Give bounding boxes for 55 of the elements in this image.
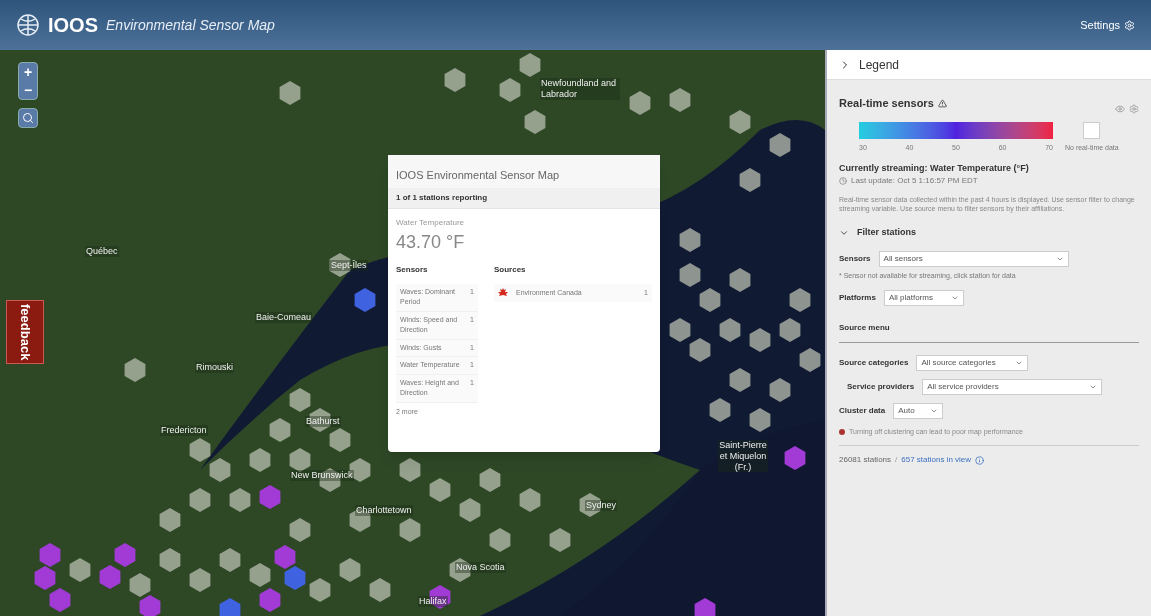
last-update: Last update: Oct 5 1:16:57 PM EDT <box>851 175 978 187</box>
place-label: Rimouski <box>195 362 234 373</box>
reading-value: 43.70 °F <box>395 230 466 254</box>
zoom-in-button[interactable]: + <box>19 63 37 81</box>
feedback-tab[interactable]: feedback <box>6 300 44 365</box>
sensors-select[interactable]: All sensors <box>878 251 1069 268</box>
warning-icon <box>937 98 947 108</box>
place-label: Sept-Îles <box>330 260 368 271</box>
filter-stations-toggle[interactable]: Filter stations <box>839 225 1139 240</box>
search-icon <box>22 112 34 124</box>
maple-leaf-icon <box>498 287 508 298</box>
clock-icon <box>839 177 847 185</box>
settings-icon[interactable] <box>1129 104 1139 114</box>
station-count: 26081 stations <box>839 454 892 467</box>
streaming-label: Currently streaming: Water Temperature (°F) <box>839 161 1030 175</box>
popup-title: IOOS Environmental Sensor Map <box>388 155 660 188</box>
section-title: Real-time sensors <box>839 95 934 111</box>
zoom-search-button[interactable] <box>18 108 38 128</box>
field-label: Service providers <box>847 380 915 393</box>
separator: / <box>895 454 898 467</box>
logo-icon <box>16 13 40 37</box>
source-categories-select[interactable]: All source categories <box>916 354 1029 371</box>
service-providers-select[interactable]: All service providers <box>922 378 1103 395</box>
field-label: Source categories <box>839 356 909 369</box>
place-label: New Brunswick <box>290 470 354 481</box>
place-label: Charlottetown <box>355 505 413 516</box>
place-label: Baie-Comeau <box>255 312 313 323</box>
no-data-swatch <box>1083 122 1101 139</box>
place-label: Fredericton <box>160 425 208 436</box>
field-label: Platforms <box>839 291 876 304</box>
platforms-select[interactable]: All platforms <box>883 289 964 306</box>
cluster-select[interactable]: Auto <box>893 402 944 419</box>
sensors-heading: Sensors <box>396 263 429 276</box>
place-label: Québec <box>85 246 119 257</box>
section-title: Source menu <box>839 321 1139 343</box>
stations-in-view-link[interactable]: 657 stations in view <box>901 454 972 467</box>
variable-name: Water Temperature <box>395 216 466 229</box>
eye-icon[interactable] <box>1115 104 1125 114</box>
legend-toggle[interactable]: Legend <box>827 50 1151 80</box>
logo-text: IOOS <box>48 13 98 38</box>
info-icon <box>975 455 985 465</box>
place-label: Nova Scotia <box>455 562 506 573</box>
place-label: Halifax <box>418 596 448 607</box>
settings-button[interactable]: Settings <box>1080 16 1135 34</box>
place-label: Sydney <box>585 500 618 511</box>
place-label: Bathurst <box>305 416 341 427</box>
place-label: Newfoundland and Labrador <box>540 78 620 100</box>
field-label: Cluster data <box>839 404 886 417</box>
place-label: Saint-Pierre et Miquelon (Fr.) <box>718 440 768 473</box>
field-label: Sensors <box>839 253 871 266</box>
reporting-count: 1 of 1 stations reporting <box>388 187 660 209</box>
app-title: Environmental Sensor Map <box>106 15 275 35</box>
settings-icon <box>1124 19 1135 31</box>
sources-heading: Sources <box>494 263 527 276</box>
zoom-out-button[interactable]: − <box>19 81 37 99</box>
